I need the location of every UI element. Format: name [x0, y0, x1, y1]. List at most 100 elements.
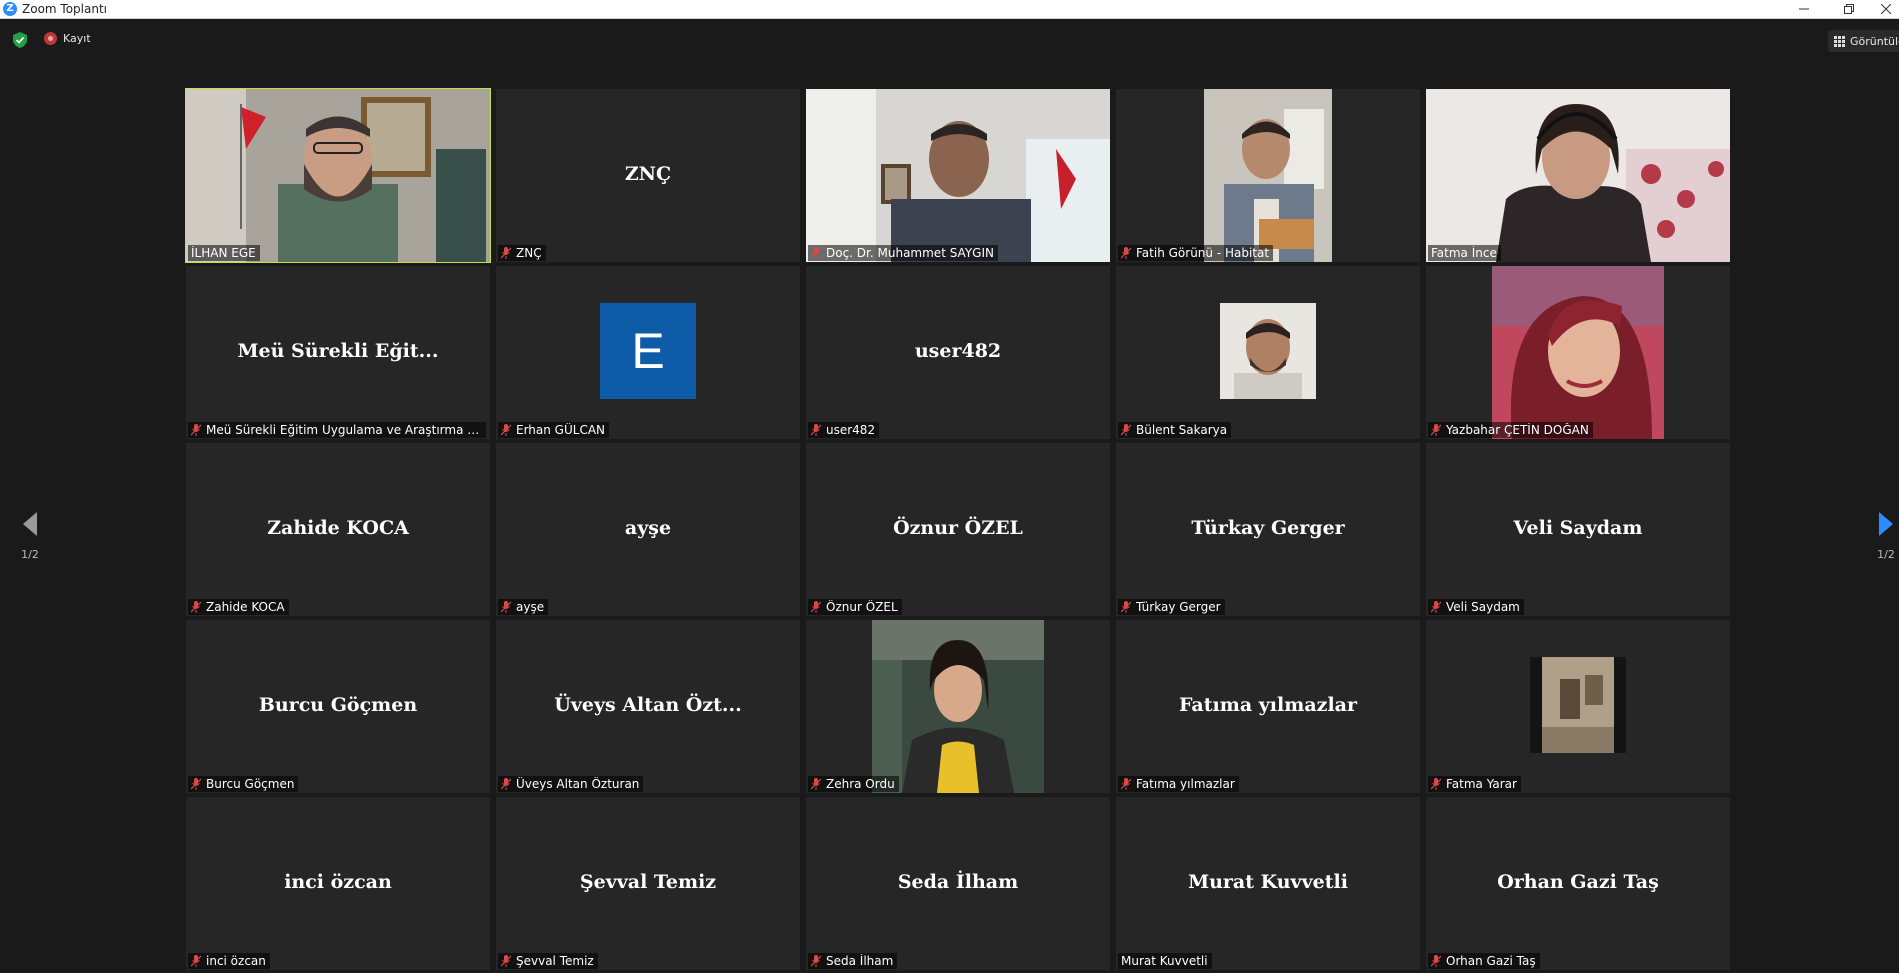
participant-tile[interactable]: Seda İlham Seda İlham [806, 797, 1110, 970]
next-page-button[interactable]: 1/2 [1866, 510, 1899, 561]
muted-mic-icon [501, 601, 511, 613]
participant-nametag: Fatma Yarar [1428, 776, 1521, 792]
participant-tile[interactable]: Öznur ÖZEL Öznur ÖZEL [806, 443, 1110, 616]
participant-display-name: Veli Saydam [1513, 517, 1643, 539]
window-title: Zoom Toplantı [22, 2, 107, 16]
participant-display-name: user482 [914, 340, 1002, 362]
participant-display-name: Şevval Temiz [579, 871, 717, 893]
participant-display-name: Türkay Gerger [1191, 517, 1345, 539]
muted-mic-icon [191, 955, 201, 967]
participant-tile[interactable]: Murat Kuvvetli Murat Kuvvetli [1116, 797, 1420, 970]
participant-display-name: Burcu Göçmen [258, 694, 418, 716]
participant-display-name: inci özcan [284, 871, 392, 893]
participant-name: ayşe [516, 600, 545, 614]
participant-tile[interactable]: Veli Saydam Veli Saydam [1426, 443, 1730, 616]
restore-button[interactable] [1829, 0, 1869, 18]
participant-tile[interactable]: Zehra Ordu [806, 620, 1110, 793]
participant-nametag: Üveys Altan Özturan [498, 776, 644, 792]
close-button[interactable] [1866, 0, 1899, 18]
participant-nametag: Zahide KOCA [188, 599, 289, 615]
participant-nametag: Orhan Gazi Taş [1428, 953, 1540, 969]
muted-mic-icon [191, 424, 201, 436]
participant-nametag: Burcu Göçmen [188, 776, 299, 792]
muted-mic-icon [501, 955, 511, 967]
participant-tile[interactable]: Zahide KOCA Zahide KOCA [186, 443, 490, 616]
minimize-button[interactable] [1784, 0, 1824, 18]
participant-name: Burcu Göçmen [206, 777, 295, 791]
participant-display-name: Zahide KOCA [267, 517, 409, 539]
participant-name: Zahide KOCA [206, 600, 285, 614]
participant-nametag: Seda İlham [808, 953, 898, 969]
page-indicator-left: 1/2 [21, 548, 39, 561]
muted-mic-icon [811, 247, 821, 259]
participant-name: inci özcan [206, 954, 266, 968]
participant-tile[interactable]: ayşe ayşe [496, 443, 800, 616]
recording-indicator[interactable]: Kayıt [44, 32, 91, 45]
participant-nametag: ayşe [498, 599, 549, 615]
close-icon [1881, 4, 1891, 14]
participant-nametag: inci özcan [188, 953, 270, 969]
participant-name: Veli Saydam [1446, 600, 1520, 614]
participant-tile[interactable]: ZNÇ ZNÇ [496, 89, 800, 262]
muted-mic-icon [191, 601, 201, 613]
participant-tile[interactable]: Burcu Göçmen Burcu Göçmen [186, 620, 490, 793]
view-button[interactable]: Görüntüle [1828, 30, 1899, 52]
muted-mic-icon [501, 424, 511, 436]
participant-display-name: Öznur ÖZEL [893, 517, 1023, 539]
participant-tile[interactable]: Meü Sürekli Eğit... Meü Sürekli Eğitim U… [186, 266, 490, 439]
participant-display-name: ZNÇ [624, 163, 672, 185]
participant-nametag: Öznur ÖZEL [808, 599, 902, 615]
participant-name: Seda İlham [826, 954, 894, 968]
participant-name: user482 [826, 423, 876, 437]
muted-mic-icon [1121, 778, 1131, 790]
muted-mic-icon [501, 247, 511, 259]
participant-nametag: Şevval Temiz [498, 953, 598, 969]
participant-tile[interactable]: Yazbahar ÇETİN DOĞAN [1426, 266, 1730, 439]
grid-view-icon [1834, 35, 1845, 47]
participant-tile[interactable]: Fatih Görünü - Habitat [1116, 89, 1420, 262]
muted-mic-icon [1431, 955, 1441, 967]
participant-name: Zehra Ordu [826, 777, 895, 791]
participant-name: Öznur ÖZEL [826, 600, 898, 614]
previous-page-button[interactable]: 1/2 [10, 510, 50, 561]
participant-nametag: Yazbahar ÇETİN DOĞAN [1428, 422, 1593, 438]
shield-check-icon[interactable] [13, 32, 27, 48]
participant-tile[interactable]: Bülent Sakarya [1116, 266, 1420, 439]
participant-tile[interactable]: user482 user482 [806, 266, 1110, 439]
participant-tile[interactable]: Doç. Dr. Muhammet SAYGIN [806, 89, 1110, 262]
avatar [1492, 266, 1664, 439]
participant-nametag: user482 [808, 422, 880, 438]
minimize-icon [1799, 8, 1809, 10]
muted-mic-icon [811, 955, 821, 967]
window-titlebar: Z Zoom Toplantı [0, 0, 1899, 19]
participant-name: Üveys Altan Özturan [516, 777, 640, 791]
participant-name: Türkay Gerger [1136, 600, 1221, 614]
video-feed [1426, 89, 1730, 262]
record-icon [44, 32, 57, 45]
muted-mic-icon [501, 778, 511, 790]
participant-name: Murat Kuvvetli [1121, 954, 1208, 968]
participant-nametag: Veli Saydam [1428, 599, 1524, 615]
view-label: Görüntüle [1850, 34, 1899, 48]
participant-tile[interactable]: Fatma İnce [1426, 89, 1730, 262]
participant-tile[interactable]: Üveys Altan Özt... Üveys Altan Özturan [496, 620, 800, 793]
participant-nametag: Fatih Görünü - Habitat [1118, 245, 1274, 261]
muted-mic-icon [1431, 424, 1441, 436]
participant-name: Şevval Temiz [516, 954, 594, 968]
participant-tile[interactable]: Orhan Gazi Taş Orhan Gazi Taş [1426, 797, 1730, 970]
participant-tile[interactable]: E Erhan GÜLCAN [496, 266, 800, 439]
participant-tile[interactable]: Şevval Temiz Şevval Temiz [496, 797, 800, 970]
participant-tile[interactable]: İLHAN EGE [185, 88, 491, 263]
participant-tile[interactable]: Fatıma yılmazlar Fatıma yılmazlar [1116, 620, 1420, 793]
participant-name: Fatma Yarar [1446, 777, 1517, 791]
muted-mic-icon [1121, 601, 1131, 613]
muted-mic-icon [1121, 247, 1131, 259]
participant-tile[interactable]: Türkay Gerger Türkay Gerger [1116, 443, 1420, 616]
participant-gallery: İLHAN EGE ZNÇ ZNÇ Doç. Dr. Muhammet SAYG… [185, 88, 1730, 970]
participant-name: İLHAN EGE [191, 246, 256, 260]
participant-display-name: Murat Kuvvetli [1188, 871, 1348, 893]
participant-tile[interactable]: Fatma Yarar [1426, 620, 1730, 793]
participant-nametag: Fatma İnce [1428, 245, 1501, 261]
participant-tile[interactable]: inci özcan inci özcan [186, 797, 490, 970]
arrow-left-icon [23, 512, 37, 536]
